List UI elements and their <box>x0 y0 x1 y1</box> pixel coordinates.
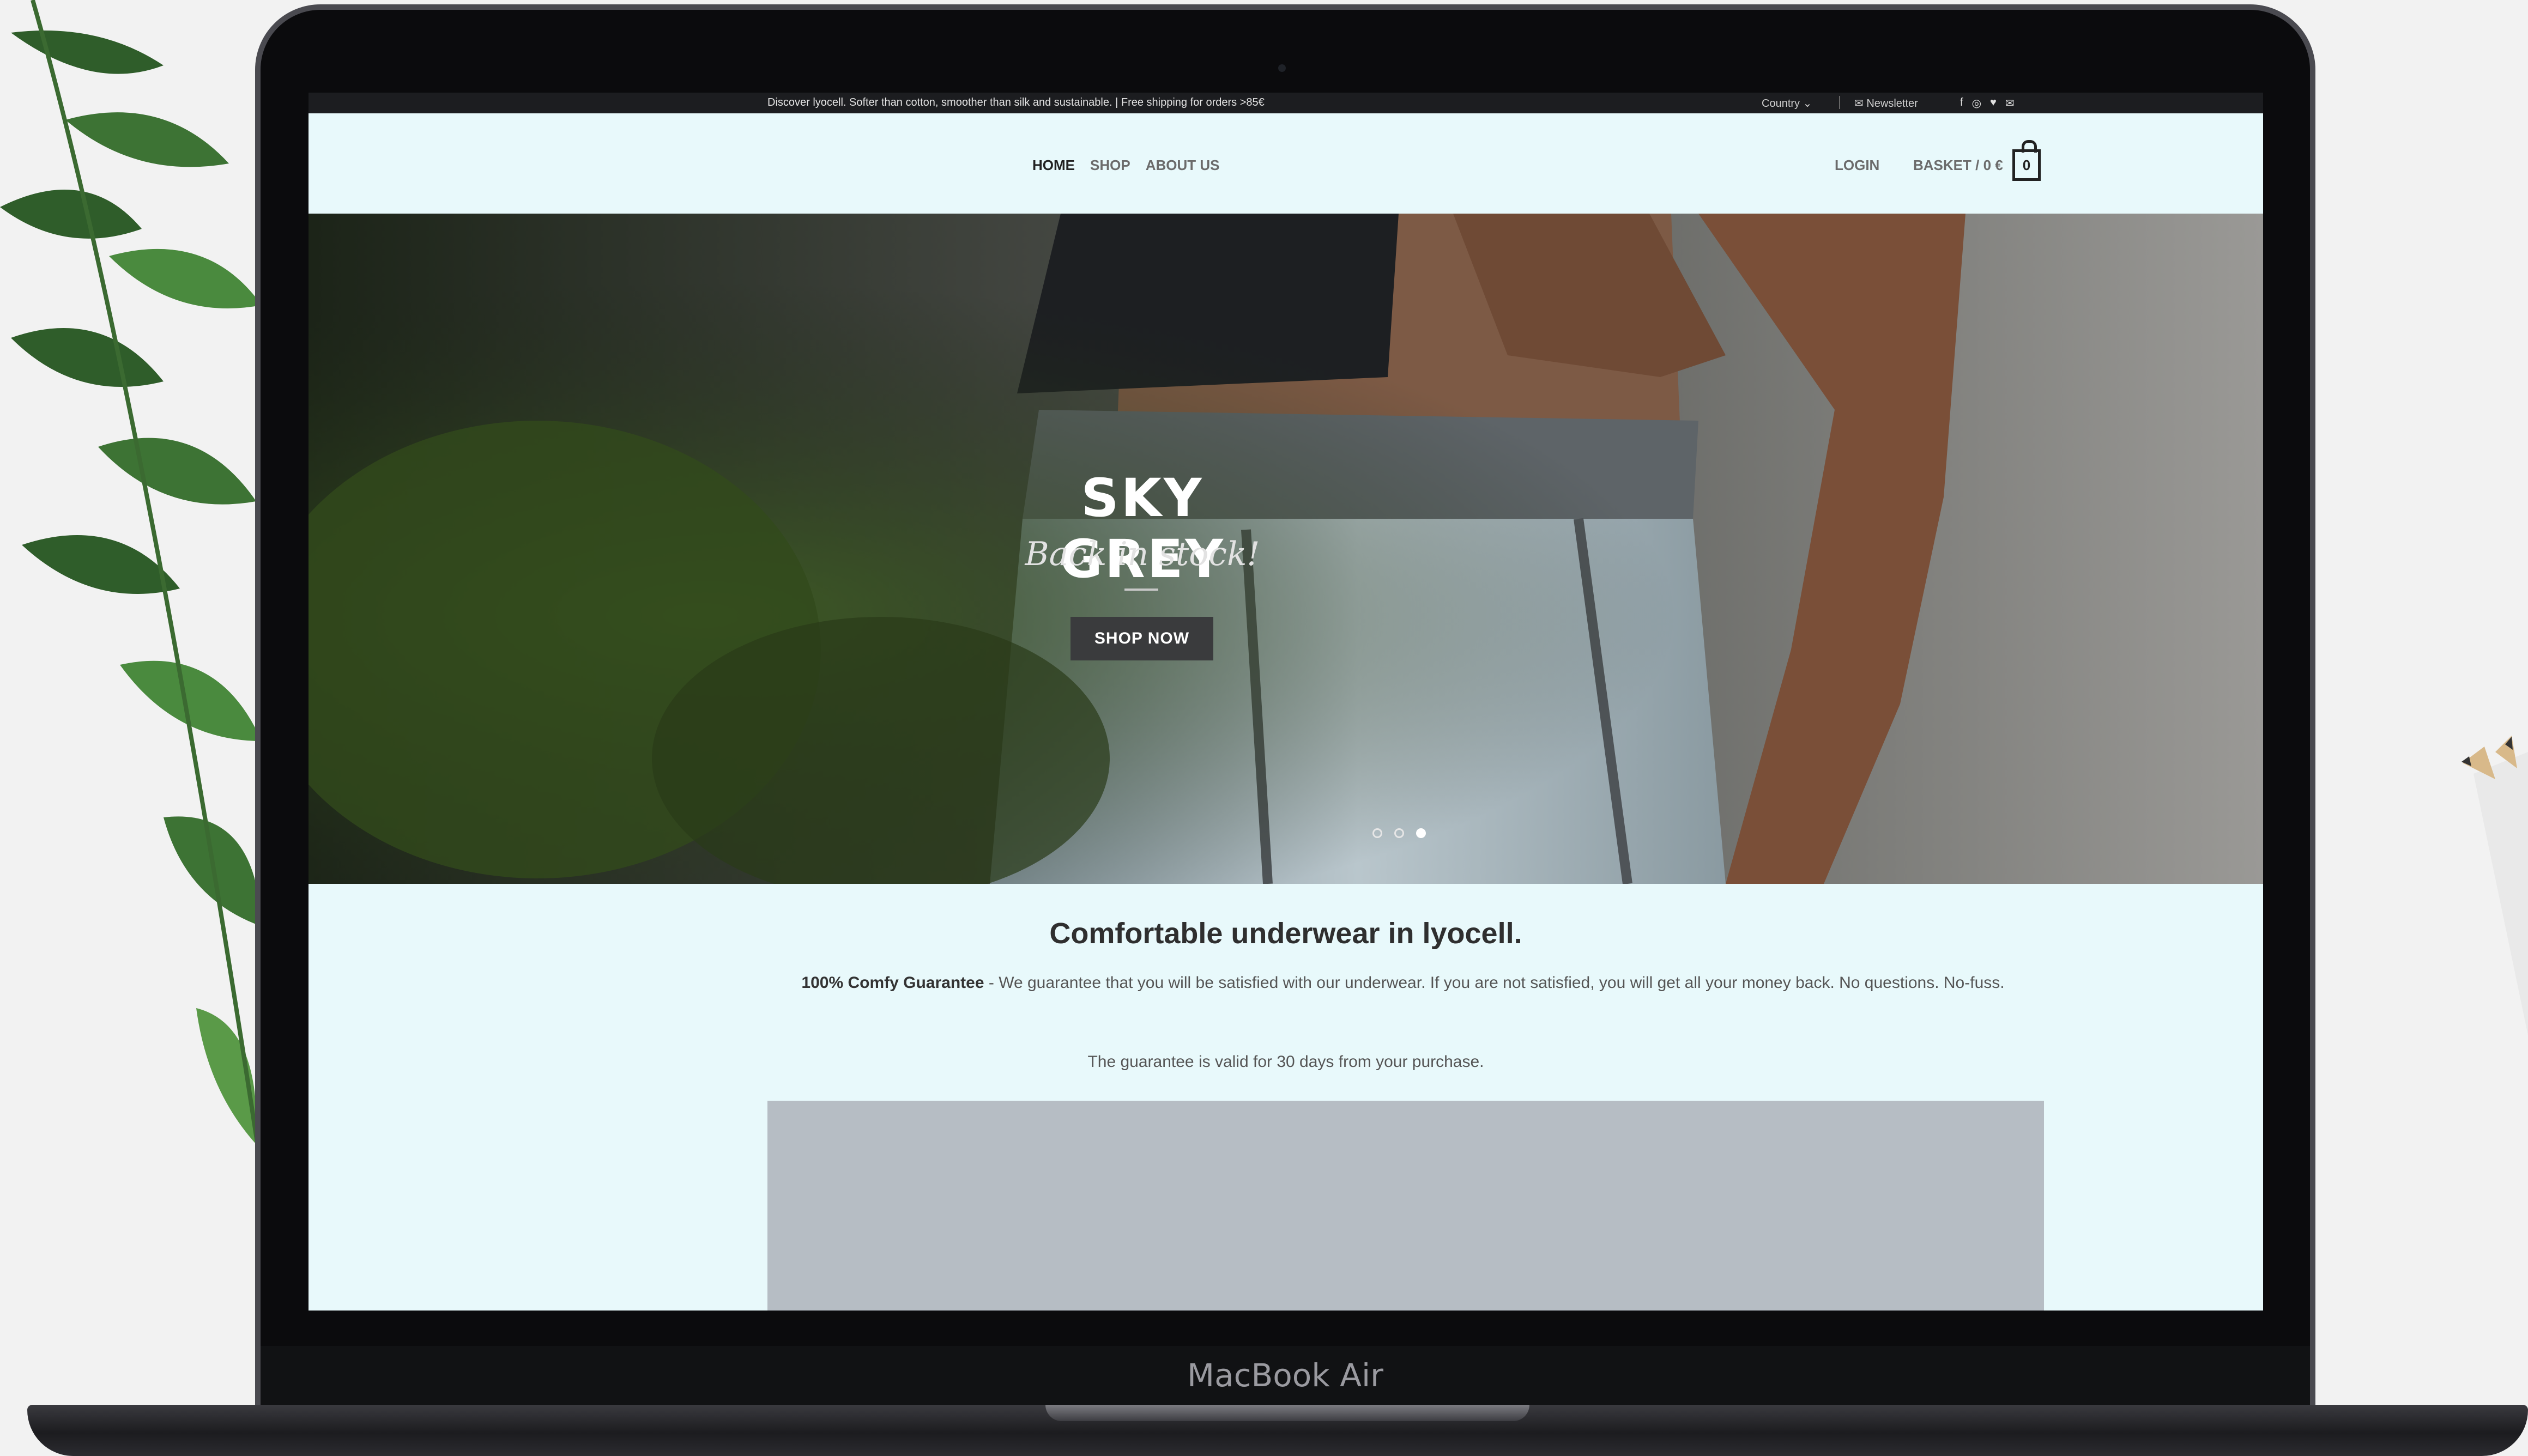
nav-about-us[interactable]: ABOUT US <box>1146 157 1220 174</box>
mail-icon[interactable]: ✉ <box>2005 96 2015 110</box>
hero-slider: SKY GREY Back in stock! SHOP NOW <box>309 214 2263 884</box>
twitter-icon[interactable]: ♥ <box>1990 96 1997 110</box>
guarantee-validity: The guarantee is valid for 30 days from … <box>1087 1053 1484 1071</box>
slider-dot-2[interactable] <box>1394 828 1404 838</box>
hero-image <box>309 214 2263 884</box>
shopping-bag-icon[interactable]: 0 <box>2012 140 2041 181</box>
browser-screen: Discover lyocell. Softer than cotton, sm… <box>309 93 2263 1311</box>
instagram-icon[interactable]: ◎ <box>1972 96 1981 110</box>
main-header: HOME SHOP ABOUT US LOGIN BASKET / 0 € 0 <box>309 113 2263 214</box>
shop-now-button[interactable]: SHOP NOW <box>1071 617 1213 660</box>
webcam <box>1278 64 1286 72</box>
main-nav: HOME SHOP ABOUT US <box>1032 157 1219 174</box>
plant-decoration <box>0 0 264 1172</box>
newsletter-label: Newsletter <box>1866 98 1918 110</box>
basket-count: 0 <box>2022 156 2031 173</box>
slider-dot-3[interactable] <box>1416 828 1426 838</box>
newsletter-link[interactable]: ✉ Newsletter <box>1854 96 1918 110</box>
chevron-down-icon: ⌄ <box>1803 98 1812 110</box>
login-link[interactable]: LOGIN <box>1835 157 1879 174</box>
guarantee-text: - We guarantee that you will be satisfie… <box>984 974 2005 992</box>
promo-text: Discover lyocell. Softer than cotton, sm… <box>767 96 1265 108</box>
slider-dots <box>1372 828 1426 838</box>
hero-subtitle: Back in stock! <box>1025 535 1260 573</box>
facebook-icon[interactable]: f <box>1960 96 1963 110</box>
nav-home[interactable]: HOME <box>1032 157 1075 174</box>
section-title: Comfortable underwear in lyocell. <box>1049 917 1522 950</box>
hero-divider <box>1124 589 1158 591</box>
device-brand-label: MacBook Air <box>1187 1357 1383 1394</box>
media-placeholder <box>767 1101 2044 1311</box>
divider <box>1839 96 1840 109</box>
pencils-decoration <box>2462 736 2528 1035</box>
mail-icon: ✉ <box>1854 98 1867 110</box>
laptop-hinge-notch <box>1045 1405 1529 1421</box>
social-links: f ◎ ♥ ✉ <box>1960 96 2015 110</box>
country-label: Country <box>1762 98 1800 110</box>
announcement-bar: Discover lyocell. Softer than cotton, sm… <box>309 93 2263 113</box>
slider-dot-1[interactable] <box>1372 828 1382 838</box>
laptop-chin: MacBook Air <box>261 1346 2310 1405</box>
basket-link[interactable]: BASKET / 0 € <box>1913 157 2003 174</box>
country-selector[interactable]: Country ⌄ <box>1762 96 1812 110</box>
nav-shop[interactable]: SHOP <box>1090 157 1130 174</box>
guarantee-paragraph: 100% Comfy Guarantee - We guarantee that… <box>776 969 2030 997</box>
guarantee-heading: 100% Comfy Guarantee <box>801 974 984 992</box>
